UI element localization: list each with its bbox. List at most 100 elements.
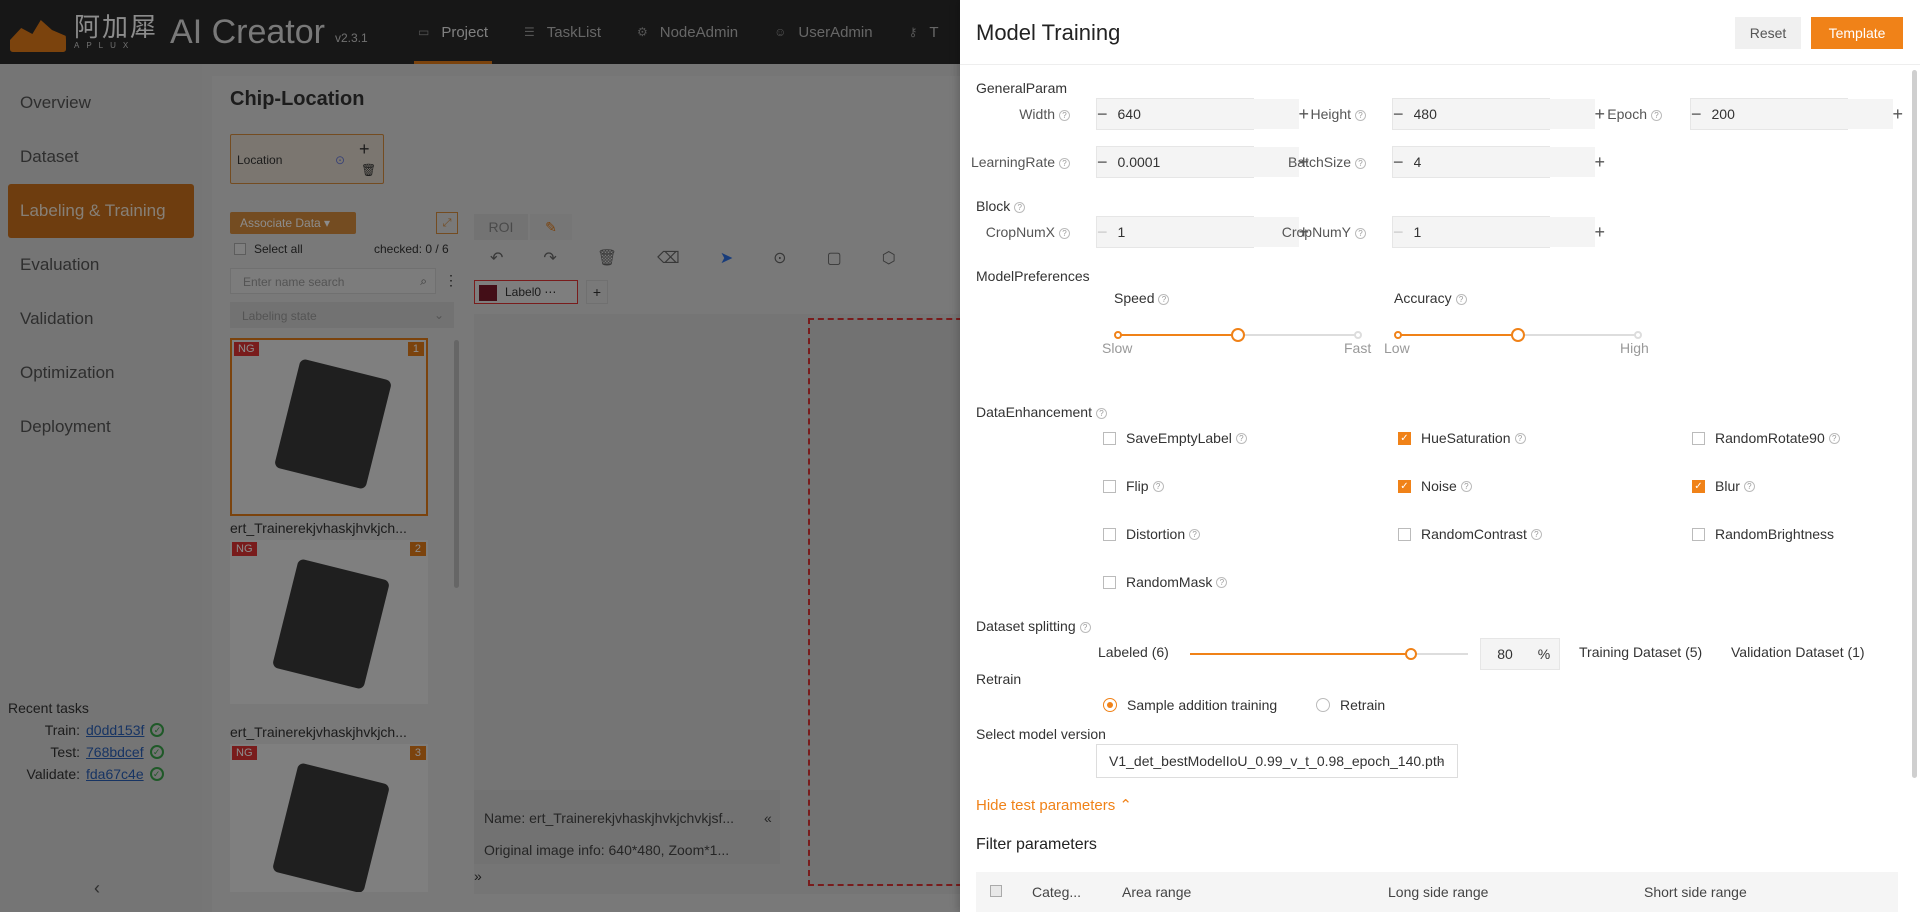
model-version-value: V1_det_bestModelIoU_0.99_v_t_0.98_epoch_… [1109,753,1445,769]
help-icon[interactable]: ? [1095,407,1107,419]
width-label-text: Width [1019,106,1055,122]
hide-test-label: Hide test parameters [976,797,1116,814]
checkbox-noise[interactable]: ✓ Noise? [1398,478,1472,494]
col-category[interactable]: Categ... [1032,884,1081,900]
help-icon[interactable]: ? [1743,480,1755,492]
model-version-select[interactable]: V1_det_bestModelIoU_0.99_v_t_0.98_epoch_… [1096,744,1458,778]
split-fill [1190,653,1413,655]
minus-icon[interactable]: − [1393,217,1404,247]
learning-rate-stepper[interactable]: −+ [1096,146,1309,178]
cropx-label: CropNumX? [960,224,1070,240]
width-stepper[interactable]: −+ [1096,98,1309,130]
height-stepper[interactable]: −+ [1392,98,1605,130]
checkbox-huesaturation[interactable]: ✓ HueSaturation? [1398,430,1526,446]
drawer-scrollbar[interactable] [1912,70,1917,778]
help-icon[interactable]: ? [1455,293,1467,305]
checkbox-blur[interactable]: ✓ Blur? [1692,478,1755,494]
minus-icon[interactable]: − [1097,99,1108,129]
plus-icon[interactable]: + [1595,217,1606,247]
help-icon[interactable]: ? [1828,432,1840,444]
help-icon[interactable]: ? [1059,157,1070,169]
section-general-param: GeneralParam [976,80,1068,96]
cropy-field[interactable] [1403,217,1595,247]
help-icon[interactable]: ? [1355,109,1366,121]
checkbox-randombrightness[interactable]: RandomBrightness [1692,526,1834,542]
accuracy-label-text: Accuracy [1394,290,1452,306]
split-knob[interactable] [1405,648,1418,660]
slider-start-dot [1394,331,1402,339]
checkbox-box: ✓ [1692,479,1705,493]
accuracy-max-label: High [1620,340,1649,356]
speed-slider[interactable] [1114,328,1362,342]
checkbox-randomrotate90[interactable]: RandomRotate90? [1692,430,1840,446]
plus-icon[interactable]: + [1893,99,1904,129]
accuracy-min-label: Low [1384,340,1410,356]
section-retrain: Retrain [976,671,1022,687]
modal-overlay[interactable] [0,0,960,912]
select-model-label: Select model version [976,726,1106,742]
help-icon[interactable]: ? [1158,293,1170,305]
split-slider[interactable] [1190,648,1468,660]
help-icon[interactable]: ? [1530,528,1542,540]
speed-min-label: Slow [1102,340,1133,356]
batch-size-stepper[interactable]: −+ [1392,146,1605,178]
plus-icon[interactable]: + [1595,147,1606,177]
help-icon[interactable]: ? [1355,157,1366,169]
checkbox-randommask[interactable]: RandomMask? [1103,574,1228,590]
split-value: 80 [1497,646,1513,662]
split-percent-input[interactable]: 80% [1480,638,1560,670]
batch-size-field[interactable] [1403,147,1595,177]
help-icon[interactable]: ? [1059,227,1070,239]
help-icon[interactable]: ? [1355,227,1366,239]
divider [960,64,1920,65]
cropy-stepper[interactable]: −+ [1392,216,1605,248]
minus-icon[interactable]: − [1393,147,1404,177]
minus-icon[interactable]: − [1393,99,1404,129]
radio-label: Retrain [1340,697,1386,713]
epoch-label: Epoch? [1552,106,1662,122]
batch-size-label: BatchSize? [1256,154,1366,170]
help-icon[interactable]: ? [1651,109,1662,121]
epoch-field[interactable] [1701,99,1893,129]
checkbox-randomcontrast[interactable]: RandomContrast? [1398,526,1542,542]
checkbox-box: ✓ [1398,479,1411,493]
minus-icon[interactable]: − [1691,99,1702,129]
epoch-stepper[interactable]: −+ [1690,98,1903,130]
accuracy-slider[interactable] [1394,328,1642,342]
help-icon[interactable]: ? [1152,480,1164,492]
minus-icon[interactable]: − [1097,217,1108,247]
hide-test-params-link[interactable]: Hide test parameters ⌃ [976,796,1132,814]
help-icon[interactable]: ? [1059,109,1070,121]
checkbox-flip[interactable]: Flip? [1103,478,1164,494]
accuracy-knob[interactable] [1511,328,1525,342]
batch-size-label-text: BatchSize [1287,154,1351,170]
radio-sample-addition[interactable]: Sample addition training [1103,697,1277,713]
help-icon[interactable]: ? [1079,621,1091,633]
minus-icon[interactable]: − [1097,147,1108,177]
cropy-label: CropNumY? [1256,224,1366,240]
help-icon[interactable]: ? [1235,432,1247,444]
radio-retrain[interactable]: Retrain [1316,697,1385,713]
help-icon[interactable]: ? [1514,432,1526,444]
checkbox-distortion[interactable]: Distortion? [1103,526,1201,542]
chevron-up-icon: ⌃ [1119,797,1132,814]
checkbox-saveemptylabel[interactable]: SaveEmptyLabel? [1103,430,1247,446]
cropx-label-text: CropNumX [985,224,1055,240]
reset-button[interactable]: Reset [1735,17,1801,49]
checkbox-label: Blur [1715,478,1740,494]
speed-knob[interactable] [1231,328,1245,342]
template-button[interactable]: Template [1811,17,1903,49]
drawer-title: Model Training [976,20,1121,45]
help-icon[interactable]: ? [1460,480,1472,492]
help-icon[interactable]: ? [1189,528,1201,540]
checkbox-label: Flip [1126,478,1149,494]
dataset-splitting-title: Dataset splitting [976,618,1076,634]
checkbox-box [1103,431,1116,445]
cropx-stepper[interactable]: −+ [1096,216,1309,248]
help-icon[interactable]: ? [1014,201,1026,213]
accuracy-fill [1398,334,1518,336]
section-model-preferences: ModelPreferences [976,268,1090,284]
header-checkbox[interactable] [990,885,1002,897]
help-icon[interactable]: ? [1216,576,1228,588]
col-area-range: Area range [1122,884,1192,900]
